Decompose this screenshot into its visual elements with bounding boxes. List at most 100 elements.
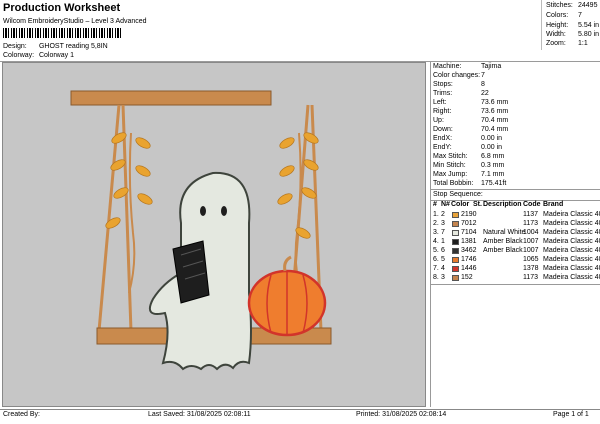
seq-cell-num: 7.	[433, 265, 439, 272]
seq-cell-n: 5	[441, 256, 445, 263]
info-value: 0.3 mm	[481, 162, 505, 169]
stat-width: Width: 5.80 in	[546, 31, 600, 38]
colorway-label: Colorway:	[3, 52, 35, 59]
seq-cell-st: 2190	[461, 211, 477, 218]
seq-cell-code: 1378	[523, 265, 539, 272]
info-value: 70.4 mm	[481, 117, 509, 124]
seq-cell-st: 1746	[461, 256, 477, 263]
seq-cell-num: 6.	[433, 256, 439, 263]
stat-label: Stitches:	[546, 2, 573, 9]
colorway-row: Colorway: Colorway 1	[3, 52, 74, 59]
seq-cell-n: 1	[441, 238, 445, 245]
seq-cell-brand: Madeira Classic 40	[543, 265, 600, 272]
info-row: Trims: 22	[433, 90, 599, 97]
seq-cell-brand: Madeira Classic 40	[543, 220, 600, 227]
info-row: Left: 73.6 mm	[433, 99, 599, 106]
info-row: Max Stitch: 6.8 mm	[433, 153, 599, 160]
sequence-header: # N# Color St. Description Code Brand	[431, 201, 600, 210]
info-row: Max Jump: 7.1 mm	[433, 171, 599, 178]
col-num: #	[433, 201, 437, 208]
sequence-row: 2. 3 7012 1173 Madeira Classic 40	[431, 220, 600, 229]
ghost-eye-right	[221, 206, 227, 216]
colorway-value: Colorway 1	[38, 52, 74, 59]
info-value: 7.1 mm	[481, 171, 505, 178]
sequence-row: 3. 7 7104 Natural White 1004 Madeira Classic …	[431, 229, 600, 238]
stat-value: 5.54 in	[578, 22, 600, 29]
embroidery-artwork	[70, 90, 332, 371]
info-row: Color changes: 7	[433, 72, 599, 79]
seq-cell-n: 3	[441, 274, 445, 281]
seq-cell-brand: Madeira Classic 40	[543, 247, 600, 254]
seq-cell-num: 8.	[433, 274, 439, 281]
info-label: Up:	[433, 117, 444, 124]
seq-cell-code: 1007	[523, 238, 539, 245]
info-value: 0.00 in	[481, 135, 503, 142]
seq-cell-description: Amber Black	[483, 247, 523, 254]
seq-bottom-divider	[431, 284, 600, 285]
color-swatch	[452, 248, 459, 254]
color-swatch	[452, 266, 459, 272]
seq-cell-description: Natural White	[483, 229, 526, 236]
color-swatch	[452, 230, 459, 236]
seq-cell-num: 1.	[433, 211, 439, 218]
color-swatch	[452, 212, 459, 218]
info-label: Max Stitch:	[433, 153, 468, 160]
sequence-row: 4. 1 1381 Amber Black 1007 Madeira Classic 40	[431, 238, 600, 247]
info-value: 22	[481, 90, 489, 97]
seq-cell-num: 3.	[433, 229, 439, 236]
info-label: Color changes:	[433, 72, 481, 79]
info-label: EndX:	[433, 135, 453, 142]
printed-date: Printed: 31/08/2025 02:08:14	[356, 411, 447, 418]
stat-stitches: Stitches: 24495	[546, 2, 600, 9]
info-row: Right: 73.6 mm	[433, 108, 599, 115]
ghost-eye-left	[200, 206, 206, 216]
stat-zoom: Zoom: 1:1	[546, 40, 600, 47]
created-by: Created By:	[3, 411, 40, 418]
info-value: 70.4 mm	[481, 126, 509, 133]
pumpkin-stem	[283, 255, 292, 272]
info-label: Machine:	[433, 63, 462, 70]
seq-cell-brand: Madeira Classic 40	[543, 211, 600, 218]
stat-value: 1:1	[578, 40, 588, 47]
stat-height: Height: 5.54 in	[546, 22, 600, 29]
seq-cell-st: 7012	[461, 220, 477, 227]
stat-colors: Colors: 7	[546, 12, 600, 19]
sequence-row: 8. 3 152 1173 Madeira Classic 40	[431, 274, 600, 283]
info-row: Total Bobbin: 175.41ft	[433, 180, 599, 187]
seq-cell-description: Amber Black	[483, 238, 523, 245]
software-subtitle: Wilcom EmbroideryStudio – Level 3 Advanc…	[3, 18, 147, 25]
stat-value: 24495	[578, 2, 598, 9]
info-label: Left:	[433, 99, 447, 106]
info-value: 73.6 mm	[481, 99, 509, 106]
seq-cell-st: 7104	[461, 229, 477, 236]
col-color: Color	[451, 201, 470, 208]
info-label: Stops:	[433, 81, 453, 88]
info-value: Tajima	[481, 63, 502, 70]
page-title: Production Worksheet	[3, 2, 121, 14]
stat-label: Colors:	[546, 12, 569, 19]
design-preview	[2, 62, 426, 407]
col-brand: Brand	[543, 201, 564, 208]
seq-cell-n: 6	[441, 247, 445, 254]
col-description: Description	[483, 201, 522, 208]
seq-cell-n: 4	[441, 265, 445, 272]
color-swatch	[452, 221, 459, 227]
seq-cell-n: 3	[441, 220, 445, 227]
info-row: Min Stitch: 0.3 mm	[433, 162, 599, 169]
info-label: Down:	[433, 126, 453, 133]
design-value: GHOST reading 5,8IN	[38, 43, 108, 50]
info-row: Down: 70.4 mm	[433, 126, 599, 133]
stop-sequence-title: Stop Sequence:	[433, 191, 483, 198]
seq-cell-num: 5.	[433, 247, 439, 254]
col-st: St.	[473, 201, 482, 208]
seq-cell-num: 2.	[433, 220, 439, 227]
seq-cell-code: 1004	[523, 229, 539, 236]
seq-cell-code: 1137	[523, 211, 539, 218]
seq-cell-n: 7	[441, 229, 445, 236]
seq-cell-st: 3462	[461, 247, 477, 254]
color-swatch	[452, 239, 459, 245]
seq-cell-code: 1173	[523, 274, 539, 281]
info-label: EndY:	[433, 144, 452, 151]
col-n: N#	[441, 201, 450, 208]
info-label: Right:	[433, 108, 452, 115]
